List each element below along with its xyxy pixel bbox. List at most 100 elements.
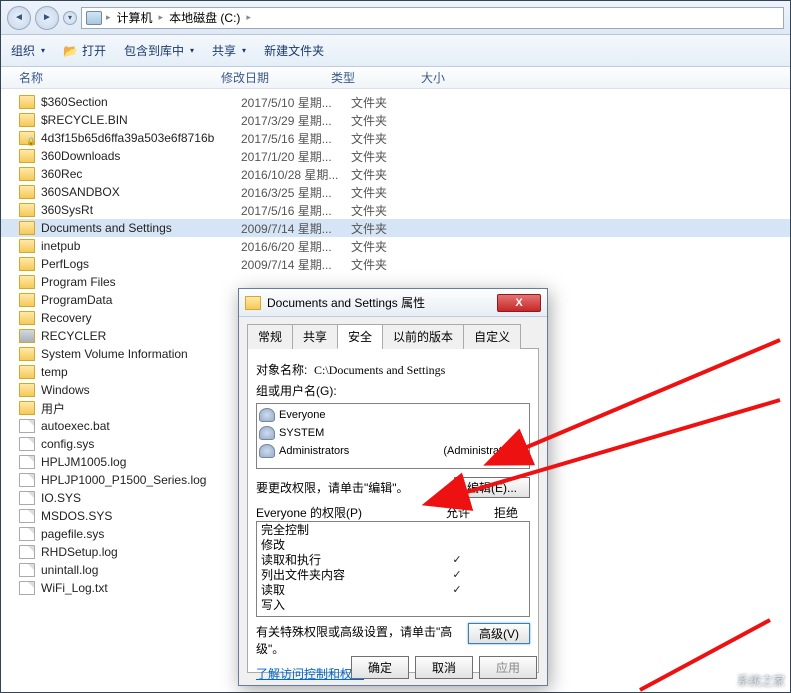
file-row[interactable]: inetpub2016/6/20 星期...文件夹	[1, 237, 790, 255]
cancel-button[interactable]: 取消	[415, 656, 473, 679]
file-row[interactable]: Documents and Settings2009/7/14 星期...文件夹	[1, 219, 790, 237]
permission-name: 写入	[261, 596, 433, 613]
file-icon	[19, 545, 35, 559]
nav-forward-button[interactable]: ►	[35, 6, 59, 30]
folder-icon	[19, 275, 35, 289]
file-name: unintall.log	[41, 563, 241, 577]
file-row[interactable]: 4d3f15b65d6ffa39a503e6f8716b2017/5/16 星期…	[1, 129, 790, 147]
folder-icon	[19, 257, 35, 271]
file-name: 4d3f15b65d6ffa39a503e6f8716b	[41, 131, 241, 145]
tab-share[interactable]: 共享	[292, 324, 338, 349]
object-path: C:\Documents and Settings	[314, 363, 445, 377]
file-row[interactable]: PerfLogs2009/7/14 星期...文件夹	[1, 255, 790, 273]
file-date: 2017/3/29 星期...	[241, 112, 351, 129]
users-list[interactable]: Everyone SYSTEMAdministrators (Administra…	[256, 403, 530, 469]
organize-menu[interactable]: 组织	[11, 42, 45, 59]
user-row[interactable]: Everyone	[259, 406, 527, 424]
chevron-right-icon: ▸	[159, 12, 164, 23]
folder-icon	[245, 296, 261, 310]
file-name: 360SANDBOX	[41, 185, 241, 199]
permission-row: 读取和执行✓	[257, 552, 529, 567]
file-icon	[19, 473, 35, 487]
edit-button[interactable]: 编辑(E)...	[454, 477, 530, 498]
dialog-tabs: 常规 共享 安全 以前的版本 自定义	[247, 323, 539, 349]
file-row[interactable]: $360Section2017/5/10 星期...文件夹	[1, 93, 790, 111]
drive-icon	[86, 11, 102, 25]
file-type: 文件夹	[351, 112, 441, 129]
file-name: System Volume Information	[41, 347, 241, 361]
nav-history-dropdown[interactable]: ▾	[63, 11, 77, 25]
nav-back-button[interactable]: ◄	[7, 6, 31, 30]
dialog-titlebar[interactable]: Documents and Settings 属性 X	[239, 289, 547, 317]
tab-general[interactable]: 常规	[247, 324, 293, 349]
file-icon	[19, 509, 35, 523]
file-type: 文件夹	[351, 166, 441, 183]
col-name[interactable]: 名称	[1, 69, 221, 86]
ok-button[interactable]: 确定	[351, 656, 409, 679]
file-name: Recovery	[41, 311, 241, 325]
file-name: autoexec.bat	[41, 419, 241, 433]
share-menu[interactable]: 共享	[212, 42, 246, 59]
toolbar: 组织 📂打开 包含到库中 共享 新建文件夹	[1, 35, 790, 67]
file-row[interactable]: 360SysRt2017/5/16 星期...文件夹	[1, 201, 790, 219]
apply-button[interactable]: 应用	[479, 656, 537, 679]
newfolder-button[interactable]: 新建文件夹	[264, 42, 324, 59]
permissions-list[interactable]: 完全控制修改读取和执行✓列出文件夹内容✓读取✓写入	[256, 521, 530, 617]
file-date: 2017/5/16 星期...	[241, 130, 351, 147]
edit-hint: 要更改权限，请单击"编辑"。	[256, 479, 409, 496]
folder-icon	[19, 221, 35, 235]
file-name: Windows	[41, 383, 241, 397]
close-button[interactable]: X	[497, 294, 541, 312]
folder-icon	[19, 293, 35, 307]
tab-custom[interactable]: 自定义	[463, 324, 521, 349]
folder-icon	[19, 383, 35, 397]
file-row[interactable]: $RECYCLE.BIN2017/3/29 星期...文件夹	[1, 111, 790, 129]
permission-row: 列出文件夹内容✓	[257, 567, 529, 582]
col-type[interactable]: 类型	[331, 69, 421, 86]
file-type: 文件夹	[351, 148, 441, 165]
house-icon	[711, 671, 733, 689]
file-name: PerfLogs	[41, 257, 241, 271]
user-icon	[259, 444, 275, 458]
file-type: 文件夹	[351, 220, 441, 237]
allow-check: ✓	[433, 553, 481, 566]
path-segment-computer[interactable]: 计算机	[115, 9, 155, 26]
advanced-button[interactable]: 高级(V)	[468, 623, 530, 644]
file-date: 2017/5/16 星期...	[241, 202, 351, 219]
file-name: IO.SYS	[41, 491, 241, 505]
path-segment-drive[interactable]: 本地磁盘 (C:)	[167, 9, 242, 26]
open-button[interactable]: 📂打开	[63, 42, 106, 59]
path-box[interactable]: ▸ 计算机 ▸ 本地磁盘 (C:) ▸	[81, 7, 784, 29]
permission-row: 写入	[257, 597, 529, 612]
user-row[interactable]: Administrators (Administrators)	[259, 442, 527, 460]
file-icon	[19, 455, 35, 469]
file-type: 文件夹	[351, 184, 441, 201]
folder-icon	[19, 347, 35, 361]
folder-icon	[19, 113, 35, 127]
col-date[interactable]: 修改日期	[221, 69, 331, 86]
help-link[interactable]: 了解访问控制和权限	[256, 665, 364, 682]
file-name: 360Rec	[41, 167, 241, 181]
security-pane: 对象名称: C:\Documents and Settings 组或用户名(G)…	[247, 349, 539, 673]
file-row[interactable]: 360Downloads2017/1/20 星期...文件夹	[1, 147, 790, 165]
folder-icon	[19, 365, 35, 379]
deny-header: 拒绝	[482, 504, 530, 521]
folder-icon	[19, 149, 35, 163]
user-name: Everyone	[279, 409, 325, 421]
folder-icon	[19, 131, 35, 145]
col-size[interactable]: 大小	[421, 69, 501, 86]
properties-dialog: Documents and Settings 属性 X 常规 共享 安全 以前的…	[238, 288, 548, 686]
advanced-hint: 有关特殊权限或高级设置，请单击"高级"。	[256, 623, 468, 657]
tab-previous[interactable]: 以前的版本	[382, 324, 464, 349]
tab-security[interactable]: 安全	[337, 324, 383, 349]
user-row[interactable]: SYSTEM	[259, 424, 527, 442]
file-row[interactable]: 360Rec2016/10/28 星期...文件夹	[1, 165, 790, 183]
folder-icon	[19, 329, 35, 343]
file-name: $360Section	[41, 95, 241, 109]
file-row[interactable]: 360SANDBOX2016/3/25 星期...文件夹	[1, 183, 790, 201]
user-icon	[259, 408, 275, 422]
include-menu[interactable]: 包含到库中	[124, 42, 194, 59]
open-icon: 📂	[63, 44, 78, 58]
file-icon	[19, 563, 35, 577]
file-date: 2009/7/14 星期...	[241, 220, 351, 237]
